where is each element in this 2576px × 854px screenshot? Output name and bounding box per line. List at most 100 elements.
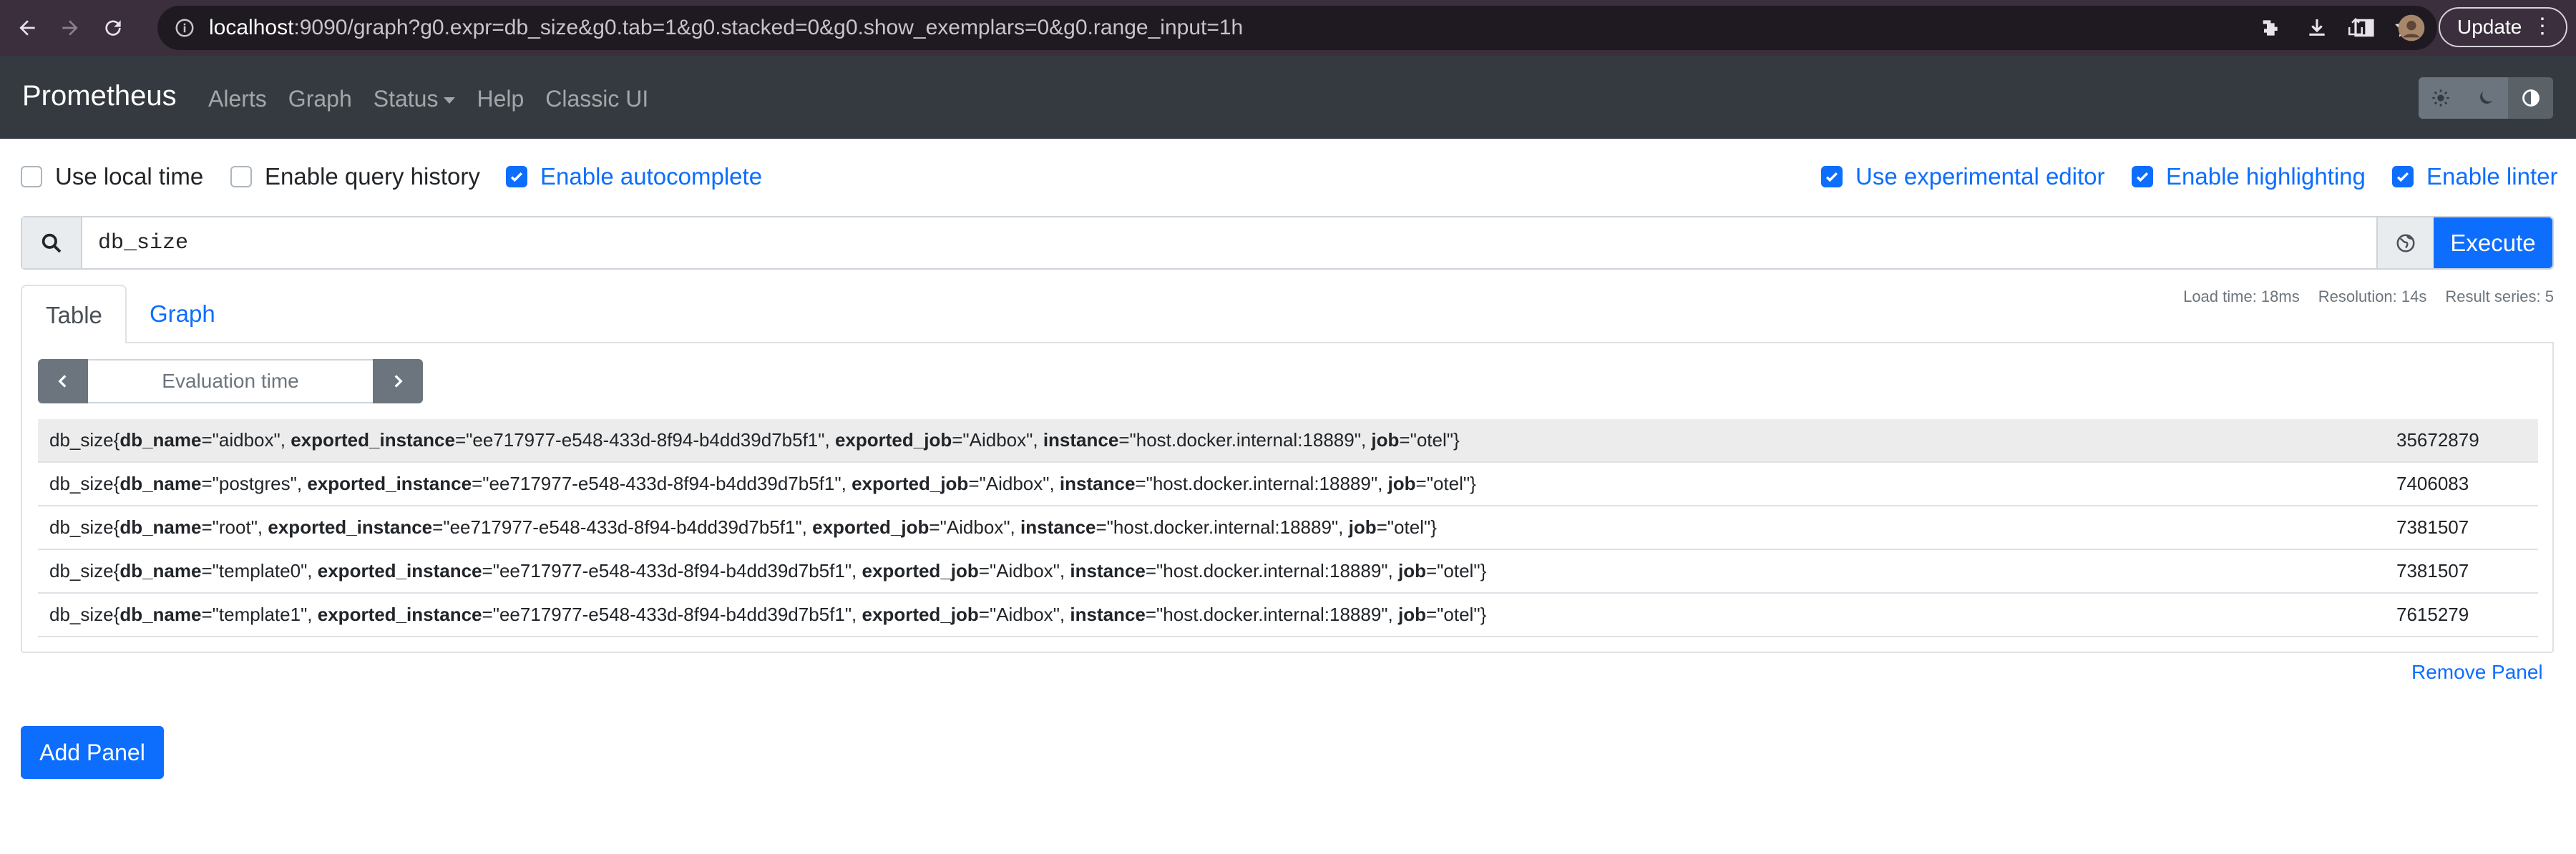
label-name: exported_instance [307, 473, 472, 494]
label-value: Aidbox [969, 429, 1027, 451]
enable-query-history-option[interactable]: Enable query history [230, 163, 480, 190]
label-name: job [1387, 473, 1416, 494]
series-value: 7381507 [2396, 560, 2469, 581]
label-value: host.docker.internal:18889 [1136, 429, 1355, 451]
enable-highlighting-label: Enable highlighting [2166, 163, 2366, 190]
enable-autocomplete-label: Enable autocomplete [540, 163, 763, 190]
more-menu-icon[interactable]: ⋮ [2532, 16, 2553, 37]
metrics-explorer-globe-icon[interactable] [2376, 217, 2434, 268]
label-name: exported_job [862, 604, 979, 625]
use-local-time-option[interactable]: Use local time [21, 163, 203, 190]
auto-theme-button[interactable] [2508, 77, 2553, 119]
load-time: Load time: 18ms [2183, 288, 2300, 305]
forward-arrow-icon[interactable] [54, 12, 86, 44]
nav-status[interactable]: Status [374, 86, 456, 112]
profile-avatar-icon[interactable] [2396, 12, 2427, 44]
label-name: instance [1070, 604, 1146, 625]
site-info-icon[interactable] [170, 14, 199, 42]
label-name: exported_instance [317, 604, 482, 625]
series-label: db_size{db_name="template0", exported_in… [49, 560, 1487, 581]
previous-time-button[interactable] [38, 359, 88, 403]
label-name: instance [1070, 560, 1146, 581]
nav-help[interactable]: Help [477, 86, 524, 112]
label-name: exported_instance [317, 560, 482, 581]
tab-table[interactable]: Table [21, 285, 127, 343]
side-panel-icon[interactable] [2348, 12, 2380, 44]
label-name: exported_job [852, 473, 969, 494]
label-name: exported_instance [291, 429, 455, 451]
next-time-button[interactable] [373, 359, 423, 403]
label-value: Aidbox [996, 604, 1053, 625]
brand-logo[interactable]: Prometheus [22, 80, 177, 112]
theme-toggle-group [2419, 77, 2553, 119]
sun-icon [2432, 89, 2449, 107]
label-value: template1 [218, 604, 301, 625]
query-bar: db_size Execute [21, 216, 2554, 270]
label-value: Aidbox [946, 516, 1004, 538]
checkmark-icon [2136, 172, 2149, 182]
series-value: 7615279 [2396, 604, 2469, 625]
address-bar[interactable]: localhost:9090/graph?g0.expr=db_size&g0.… [157, 6, 2437, 50]
series-label: db_size{db_name="template1", exported_in… [49, 604, 1487, 625]
tab-graph[interactable]: Graph [150, 300, 215, 328]
back-arrow-icon[interactable] [11, 12, 43, 44]
table-panel: Evaluation time db_size{db_name="aidbox"… [21, 342, 2554, 653]
enable-highlighting-checkbox[interactable] [2132, 166, 2153, 187]
enable-highlighting-option[interactable]: Enable highlighting [2132, 163, 2366, 190]
label-value: Aidbox [985, 473, 1043, 494]
label-value: Aidbox [996, 560, 1053, 581]
use-local-time-checkbox[interactable] [21, 166, 42, 187]
search-icon [22, 217, 82, 268]
nav-classic-ui[interactable]: Classic UI [545, 86, 648, 112]
use-experimental-editor-checkbox[interactable] [1821, 166, 1843, 187]
series-value: 7381507 [2396, 516, 2469, 538]
series-label: db_size{db_name="root", exported_instanc… [49, 516, 1437, 538]
light-theme-button[interactable] [2419, 77, 2464, 119]
evaluation-time-control: Evaluation time [38, 359, 423, 403]
url-text: localhost:9090/graph?g0.expr=db_size&g0.… [209, 16, 1244, 39]
reload-icon[interactable] [97, 12, 129, 44]
label-name: exported_job [862, 560, 979, 581]
label-name: db_name [119, 429, 202, 451]
enable-query-history-checkbox[interactable] [230, 166, 252, 187]
download-icon[interactable] [2301, 12, 2333, 44]
update-button[interactable]: Update ⋮ [2439, 7, 2567, 47]
extensions-puzzle-icon[interactable] [2254, 12, 2285, 44]
label-value: ee717977-e548-433d-8f94-b4dd39d7b5f1 [489, 473, 835, 494]
remove-panel-link[interactable]: Remove Panel [2411, 661, 2543, 684]
enable-autocomplete-option[interactable]: Enable autocomplete [506, 163, 762, 190]
add-panel-button[interactable]: Add Panel [21, 726, 164, 779]
table-row: db_size{db_name="template0", exported_in… [38, 550, 2538, 594]
moon-icon [2480, 91, 2493, 104]
evaluation-time-input[interactable]: Evaluation time [88, 359, 373, 403]
dark-theme-button[interactable] [2464, 77, 2509, 119]
app-navbar: Prometheus Alerts Graph Status Help Clas… [0, 56, 2576, 139]
enable-linter-option[interactable]: Enable linter [2392, 163, 2557, 190]
label-value: host.docker.internal:18889 [1163, 560, 1382, 581]
chevron-left-icon [58, 375, 67, 388]
use-experimental-editor-option[interactable]: Use experimental editor [1821, 163, 2105, 190]
label-value: host.docker.internal:18889 [1152, 473, 1371, 494]
nav-links: Alerts Graph Status Help Classic UI [208, 86, 648, 112]
label-name: db_name [119, 604, 202, 625]
enable-linter-checkbox[interactable] [2392, 166, 2414, 187]
nav-graph[interactable]: Graph [288, 86, 352, 112]
use-experimental-editor-label: Use experimental editor [1855, 163, 2105, 190]
label-name: job [1371, 429, 1400, 451]
nav-alerts[interactable]: Alerts [208, 86, 267, 112]
result-series: Result series: 5 [2445, 288, 2554, 305]
series-label: db_size{db_name="postgres", exported_ins… [49, 473, 1476, 494]
chevron-down-icon [444, 97, 456, 104]
label-name: exported_job [834, 429, 952, 451]
execute-button[interactable]: Execute [2434, 217, 2552, 268]
half-circle-icon [2522, 89, 2540, 107]
label-name: db_name [119, 516, 202, 538]
enable-autocomplete-checkbox[interactable] [506, 166, 527, 187]
label-name: instance [1059, 473, 1136, 494]
browser-toolbar: localhost:9090/graph?g0.expr=db_size&g0.… [0, 0, 2576, 56]
chevron-right-icon [394, 375, 403, 388]
label-name: job [1397, 604, 1426, 625]
label-value: otel [1416, 429, 1447, 451]
label-value: postgres [218, 473, 291, 494]
expression-input[interactable]: db_size [82, 217, 2376, 268]
